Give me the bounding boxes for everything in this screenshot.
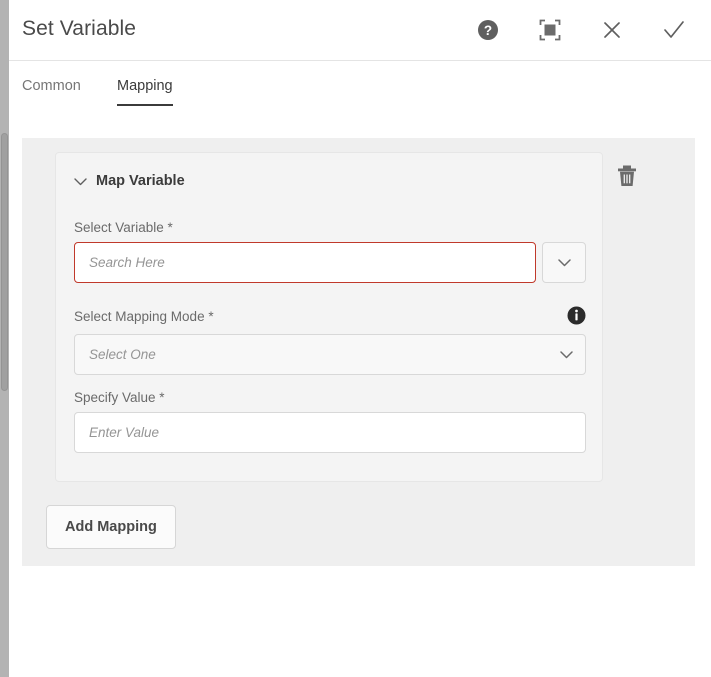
mapping-mode-label-row: Select Mapping Mode * [74, 306, 586, 327]
specify-value-label: Specify Value * [74, 390, 586, 405]
close-icon[interactable] [597, 15, 627, 45]
select-variable-row: Search Here [74, 242, 586, 283]
specify-value-input[interactable]: Enter Value [74, 412, 586, 453]
header-actions: ? [473, 15, 689, 45]
tab-bar: Common Mapping [9, 61, 711, 117]
dialog-header: Set Variable ? [9, 0, 711, 61]
select-variable-dropdown-button[interactable] [542, 242, 586, 283]
field-select-variable: Select Variable * Search Here [74, 220, 586, 283]
map-variable-card: Map Variable Select Variable * Search He… [55, 152, 603, 482]
page-title: Set Variable [22, 17, 136, 41]
select-mapping-mode-label: Select Mapping Mode * [74, 309, 214, 324]
svg-text:?: ? [484, 23, 492, 38]
chevron-down-icon [74, 177, 87, 186]
chevron-down-icon [558, 258, 571, 267]
tab-common[interactable]: Common [22, 78, 81, 104]
field-specify-value: Specify Value * Enter Value [74, 390, 586, 453]
confirm-check-icon[interactable] [659, 15, 689, 45]
mapping-panel: Map Variable Select Variable * Search He… [22, 138, 695, 566]
select-mapping-mode-value: Select One [89, 347, 156, 362]
info-icon[interactable] [567, 306, 586, 325]
help-icon[interactable]: ? [473, 15, 503, 45]
vertical-scrollbar-thumb[interactable] [1, 133, 8, 391]
add-mapping-button[interactable]: Add Mapping [46, 505, 176, 549]
select-variable-label: Select Variable * [74, 220, 586, 235]
field-select-mapping-mode: Select Mapping Mode * Select One [74, 306, 586, 375]
maximize-icon[interactable] [535, 15, 565, 45]
map-variable-title: Map Variable [96, 173, 185, 189]
set-variable-dialog: Set Variable ? [9, 0, 711, 677]
select-variable-input[interactable]: Search Here [74, 242, 536, 283]
trash-icon[interactable] [614, 162, 640, 190]
page-left-gutter [0, 0, 9, 677]
tab-mapping[interactable]: Mapping [117, 78, 173, 106]
chevron-down-icon [560, 350, 573, 359]
select-mapping-mode-select[interactable]: Select One [74, 334, 586, 375]
map-variable-collapse-header[interactable]: Map Variable [74, 173, 185, 189]
